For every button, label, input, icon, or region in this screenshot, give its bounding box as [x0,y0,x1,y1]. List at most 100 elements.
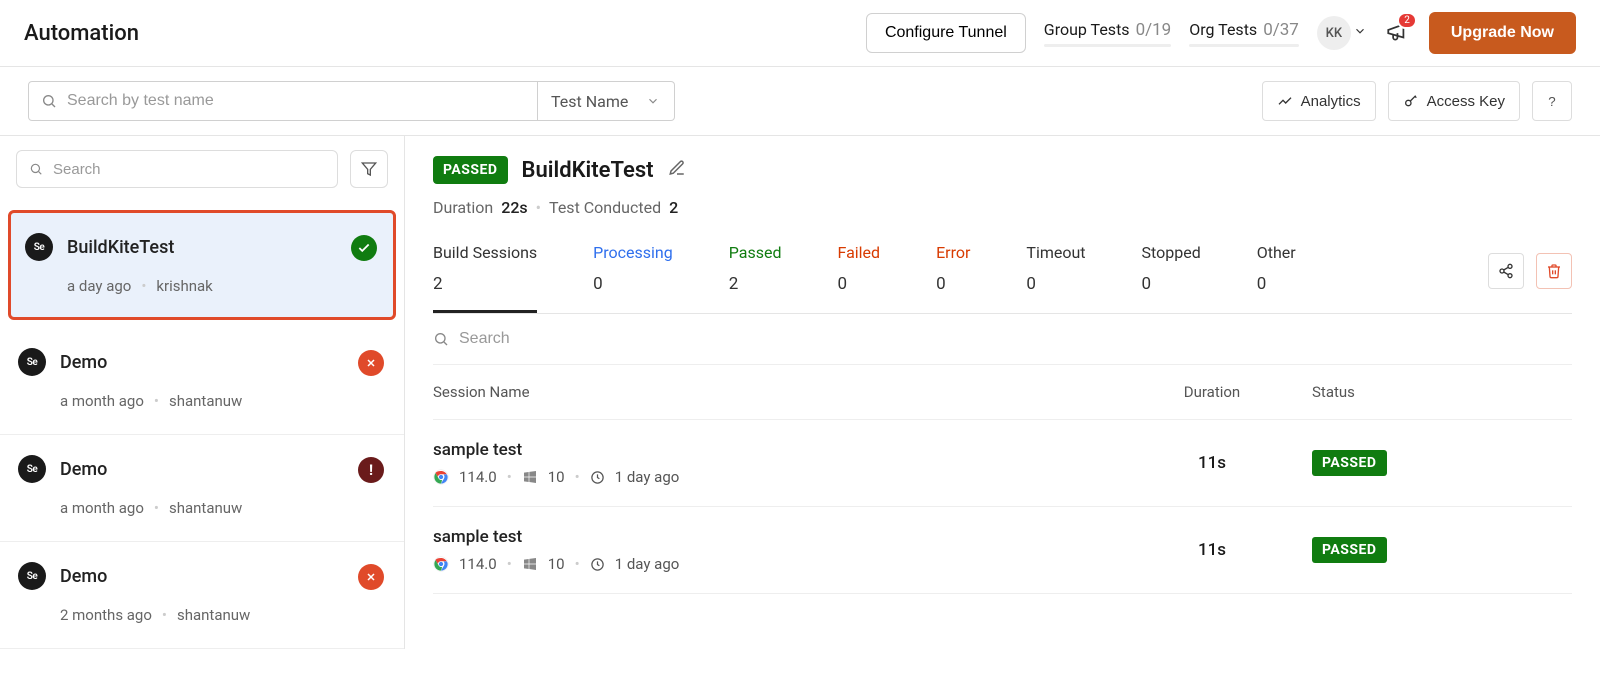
top-bar-right: Configure Tunnel Group Tests 0/19 Org Te… [866,12,1576,54]
build-item[interactable]: SeDemo2 months ago•shantanuw [0,542,404,649]
filter-button[interactable] [350,150,388,188]
user-menu[interactable]: KK [1317,16,1367,50]
build-meta: a day ago•krishnak [67,277,379,295]
build-status-dot [358,350,384,376]
build-item[interactable]: SeDemo!a month ago•shantanuw [0,435,404,542]
build-age: a day ago [67,277,131,295]
tab[interactable]: Processing0 [593,243,673,310]
sidebar-search-row [0,150,404,202]
subbar-left: Test Name [28,81,675,121]
col-header-duration: Duration [1112,383,1312,401]
edit-button[interactable] [668,159,686,181]
windows-icon [522,556,538,572]
build-meta: a month ago • shantanuw [60,499,386,517]
col-header-status: Status [1312,383,1572,401]
session-meta: 114.0•10•1 day ago [433,555,1112,573]
build-list: SeBuildKiteTesta day ago•krishnakSeDemoa… [0,210,404,649]
group-tests-label: Group Tests [1044,20,1130,39]
tab[interactable]: Failed0 [837,243,880,310]
tab[interactable]: Other0 [1257,243,1296,310]
selenium-icon: Se [18,348,46,376]
chrome-icon [433,556,449,572]
selenium-icon: Se [25,233,53,261]
build-age: a month ago [60,499,144,517]
tab[interactable]: Timeout0 [1026,243,1085,310]
separator: • [575,555,580,573]
tab-value: 0 [593,274,673,294]
main-search-input[interactable] [67,92,525,110]
help-button[interactable]: ? [1532,81,1572,121]
tab-value: 0 [1026,274,1085,294]
main-search[interactable] [28,81,538,121]
tab-label: Failed [837,243,880,262]
access-key-label: Access Key [1427,93,1505,110]
build-status-dot: ! [358,457,384,483]
build-status-dot [358,564,384,590]
session-name: sample test [433,527,1112,547]
content-header: PASSED BuildKiteTest [433,156,1572,184]
status-badge: PASSED [433,156,508,184]
session-search-input[interactable] [459,330,1572,348]
table-header: Session Name Duration Status [433,365,1572,420]
tab[interactable]: Error0 [936,243,970,310]
tab-actions [1488,253,1572,289]
sub-bar: Test Name Analytics Access Key ? [0,67,1600,136]
sidebar-search-input[interactable] [53,161,325,178]
delete-button[interactable] [1536,253,1572,289]
check-icon [357,241,371,255]
org-tests-value: 0/37 [1263,20,1299,40]
org-tests-label: Org Tests [1189,20,1257,39]
search-icon [29,162,43,176]
x-icon [365,571,377,583]
configure-tunnel-button[interactable]: Configure Tunnel [866,13,1026,53]
separator: • [154,499,159,517]
group-tests-progress [1044,44,1171,47]
session-status-badge: PASSED [1312,450,1387,476]
build-item[interactable]: SeBuildKiteTesta day ago•krishnak [8,210,396,320]
session-row[interactable]: sample test114.0•10•1 day ago11sPASSED [433,420,1572,507]
build-age: 2 months ago [60,606,152,624]
separator: • [162,606,167,624]
tab[interactable]: Stopped0 [1142,243,1201,310]
browser-version: 114.0 [459,468,497,486]
clock-icon [590,557,605,572]
notifications-button[interactable]: 2 [1385,18,1411,48]
tab[interactable]: Passed2 [729,243,782,310]
org-tests-counter: Org Tests 0/37 [1189,20,1299,47]
org-tests-progress [1189,44,1299,47]
sessions-list: sample test114.0•10•1 day ago11sPASSEDsa… [433,420,1572,594]
tab-label: Build Sessions [433,243,537,262]
build-meta: a month ago • shantanuw [60,392,386,410]
separator: • [536,198,541,217]
os-version: 10 [548,555,565,573]
search-icon [433,331,449,347]
analytics-button[interactable]: Analytics [1262,81,1376,121]
access-key-button[interactable]: Access Key [1388,81,1520,121]
tab-label: Passed [729,243,782,262]
x-icon [365,357,377,369]
tab[interactable]: Build Sessions 2 [433,243,537,313]
build-status-dot [351,235,377,261]
main-area: SeBuildKiteTesta day ago•krishnakSeDemoa… [0,136,1600,649]
trash-icon [1546,263,1562,279]
sidebar-search[interactable] [16,150,338,188]
session-search[interactable] [433,314,1572,365]
session-row[interactable]: sample test114.0•10•1 day ago11sPASSED [433,507,1572,594]
build-user: shantanuw [169,392,242,410]
separator: • [154,392,159,410]
share-icon [1498,263,1514,279]
share-button[interactable] [1488,253,1524,289]
tab-value: 2 [433,274,537,294]
search-type-select[interactable]: Test Name [537,81,675,121]
search-icon [41,93,57,109]
build-age: a month ago [60,392,144,410]
separator: • [575,468,580,486]
chrome-icon [433,469,449,485]
upgrade-button[interactable]: Upgrade Now [1429,12,1576,54]
session-duration: 11s [1112,540,1312,560]
build-user: shantanuw [169,499,242,517]
chevron-down-icon [1353,24,1367,42]
build-item[interactable]: SeDemoa month ago•shantanuw [0,328,404,435]
sidebar: SeBuildKiteTesta day ago•krishnakSeDemoa… [0,136,405,649]
subbar-right: Analytics Access Key ? [1262,81,1572,121]
